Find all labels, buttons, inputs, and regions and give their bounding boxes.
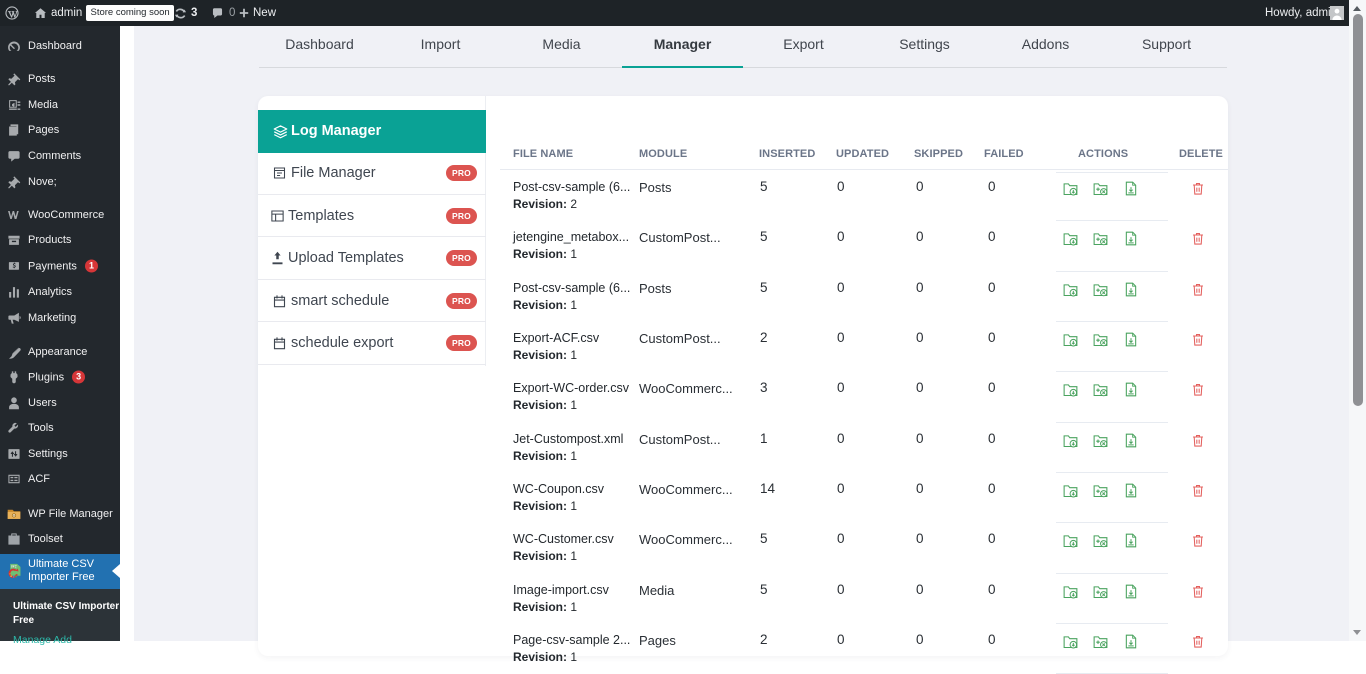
svg-text:CSV: CSV: [12, 565, 17, 568]
